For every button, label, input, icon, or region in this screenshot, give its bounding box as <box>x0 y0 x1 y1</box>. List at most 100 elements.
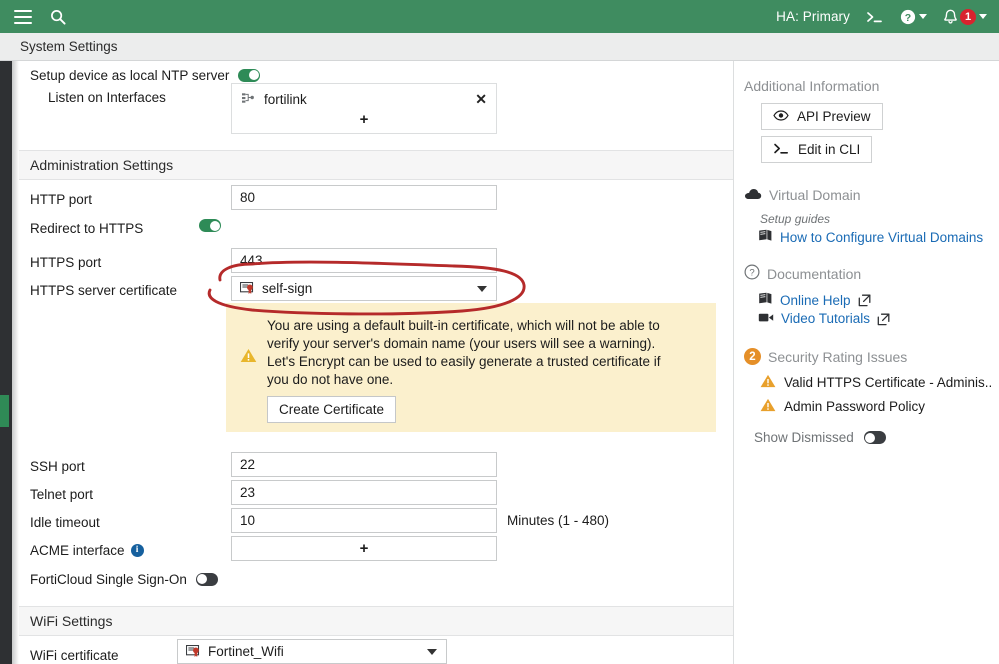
configure-virtual-domains-link[interactable]: How to Configure Virtual Domains <box>758 229 991 245</box>
wifi-settings-header: WiFi Settings <box>19 606 733 636</box>
https-port-label: HTTPS port <box>30 254 102 270</box>
wifi-certificate-row: WiFi certificate <box>19 641 119 664</box>
ssh-port-input[interactable]: 22 <box>231 452 497 477</box>
ssh-port-value: 22 <box>240 457 256 472</box>
security-rating-section-title: 2 Security Rating Issues <box>744 348 991 365</box>
listen-interfaces-label: Listen on Interfaces <box>48 90 166 105</box>
listen-interfaces-row: Listen on Interfaces <box>19 85 166 113</box>
cli-console-icon <box>773 142 790 158</box>
warning-line-2: verify your server's domain name (your u… <box>267 336 656 351</box>
acme-interface-row: ACME interface i <box>19 536 144 564</box>
video-tutorials-label: Video Tutorials <box>781 311 871 326</box>
close-icon[interactable]: ✕ <box>475 91 487 108</box>
cli-console-icon[interactable] <box>866 10 884 24</box>
edit-in-cli-label: Edit in CLI <box>798 142 861 157</box>
listen-interfaces-box[interactable]: fortilink ✕ + <box>231 83 497 134</box>
show-dismissed-toggle[interactable] <box>863 431 886 444</box>
video-tutorials-link[interactable]: Video Tutorials <box>758 311 991 326</box>
idle-timeout-input[interactable]: 10 <box>231 508 497 533</box>
configure-virtual-domains-label: How to Configure Virtual Domains <box>780 229 984 245</box>
security-rating-count-badge: 2 <box>744 348 761 365</box>
security-issue-item[interactable]: Admin Password Policy <box>760 398 991 415</box>
redirect-https-toggle[interactable] <box>199 219 221 232</box>
wifi-certificate-value: Fortinet_Wifi <box>208 644 284 659</box>
cloud-icon <box>744 187 762 203</box>
https-port-row: HTTPS port <box>19 248 101 276</box>
virtual-domain-label: Virtual Domain <box>769 187 861 203</box>
wifi-settings-title: WiFi Settings <box>30 613 113 629</box>
svg-text:?: ? <box>905 12 911 24</box>
administration-settings-title: Administration Settings <box>30 157 174 173</box>
api-preview-button[interactable]: API Preview <box>761 103 883 130</box>
interface-name: fortilink <box>264 91 307 107</box>
telnet-port-label: Telnet port <box>30 486 94 502</box>
acme-interface-label: ACME interface <box>30 542 125 558</box>
security-issue-label: Admin Password Policy <box>784 399 926 414</box>
https-port-input[interactable]: 443 <box>231 248 497 273</box>
acme-interface-add-button[interactable]: + <box>231 536 497 561</box>
add-interface-button[interactable]: + <box>232 110 496 130</box>
fortigate-system-settings-page: HA: Primary ? 1 System Settings Setup de… <box>0 0 999 664</box>
forticloud-sso-toggle[interactable] <box>195 572 218 586</box>
question-circle-icon: ? <box>744 264 760 283</box>
security-issue-label: Valid HTTPS Certificate - Adminis... <box>784 375 991 390</box>
warning-triangle-icon <box>240 348 257 368</box>
warning-triangle-icon <box>760 374 776 391</box>
notifications-menu[interactable]: 1 <box>943 8 987 25</box>
wifi-certificate-dropdown[interactable]: Fortinet_Wifi <box>177 639 447 664</box>
http-port-row: HTTP port <box>19 185 92 213</box>
show-dismissed-row: Show Dismissed <box>754 430 991 445</box>
chevron-down-icon[interactable] <box>477 285 487 292</box>
info-icon[interactable]: i <box>130 543 144 557</box>
show-dismissed-label: Show Dismissed <box>754 430 854 445</box>
redirect-https-label: Redirect to HTTPS <box>30 220 144 236</box>
chevron-down-icon[interactable] <box>919 14 927 19</box>
telnet-port-row: Telnet port <box>19 480 93 508</box>
search-icon[interactable] <box>50 9 66 25</box>
certificate-icon <box>185 644 201 658</box>
rail-active-indicator <box>0 395 9 427</box>
security-issue-item[interactable]: Valid HTTPS Certificate - Adminis... <box>760 374 991 391</box>
eye-icon <box>773 109 789 124</box>
top-navigation-bar: HA: Primary ? 1 <box>0 0 999 33</box>
additional-information-title: Additional Information <box>744 78 880 94</box>
https-certificate-label: HTTPS server certificate <box>30 282 178 298</box>
hamburger-icon[interactable] <box>14 9 32 24</box>
telnet-port-value: 23 <box>240 485 256 500</box>
virtual-domain-section-title: Virtual Domain <box>744 187 991 203</box>
settings-form-pane: Setup device as local NTP server Listen … <box>19 61 733 664</box>
ntp-server-label: Setup device as local NTP server <box>30 67 230 83</box>
https-certificate-row: HTTPS server certificate <box>19 276 177 304</box>
documentation-section-title: ? Documentation <box>744 264 991 283</box>
left-nav-rail[interactable] <box>0 61 12 664</box>
chevron-down-icon[interactable] <box>427 648 437 655</box>
certificate-icon <box>239 281 255 295</box>
administration-settings-header: Administration Settings <box>19 150 733 180</box>
interface-icon <box>242 92 255 107</box>
https-certificate-dropdown[interactable]: self-sign <box>231 276 497 301</box>
ssh-port-row: SSH port <box>19 452 85 480</box>
help-menu[interactable]: ? <box>900 9 927 25</box>
online-help-link[interactable]: Online Help <box>758 292 991 308</box>
warning-line-1: You are using a default built-in certifi… <box>267 318 660 333</box>
chevron-down-icon[interactable] <box>979 14 987 19</box>
http-port-label: HTTP port <box>30 191 93 207</box>
bell-icon[interactable] <box>943 9 958 25</box>
documentation-label: Documentation <box>767 265 862 282</box>
breadcrumb: System Settings <box>0 33 999 61</box>
idle-timeout-hint: Minutes (1 - 480) <box>507 513 610 528</box>
warning-triangle-icon <box>760 398 776 415</box>
edit-in-cli-button[interactable]: Edit in CLI <box>761 136 873 163</box>
help-circle-icon[interactable]: ? <box>900 9 916 25</box>
telnet-port-input[interactable]: 23 <box>231 480 497 505</box>
http-port-input[interactable]: 80 <box>231 185 497 210</box>
alert-count-badge[interactable]: 1 <box>960 8 976 25</box>
ntp-server-toggle[interactable] <box>238 68 261 82</box>
certificate-warning-panel: You are using a default built-in certifi… <box>226 303 716 432</box>
warning-line-4: you do not have one. <box>267 372 394 387</box>
create-certificate-button[interactable]: Create Certificate <box>267 396 397 423</box>
additional-information-panel: Additional Information API Preview Edit … <box>734 61 999 664</box>
warning-line-3: Let's Encrypt can be used to easily gene… <box>267 354 661 369</box>
interface-chip[interactable]: fortilink ✕ <box>232 88 496 110</box>
idle-timeout-label: Idle timeout <box>30 514 100 530</box>
